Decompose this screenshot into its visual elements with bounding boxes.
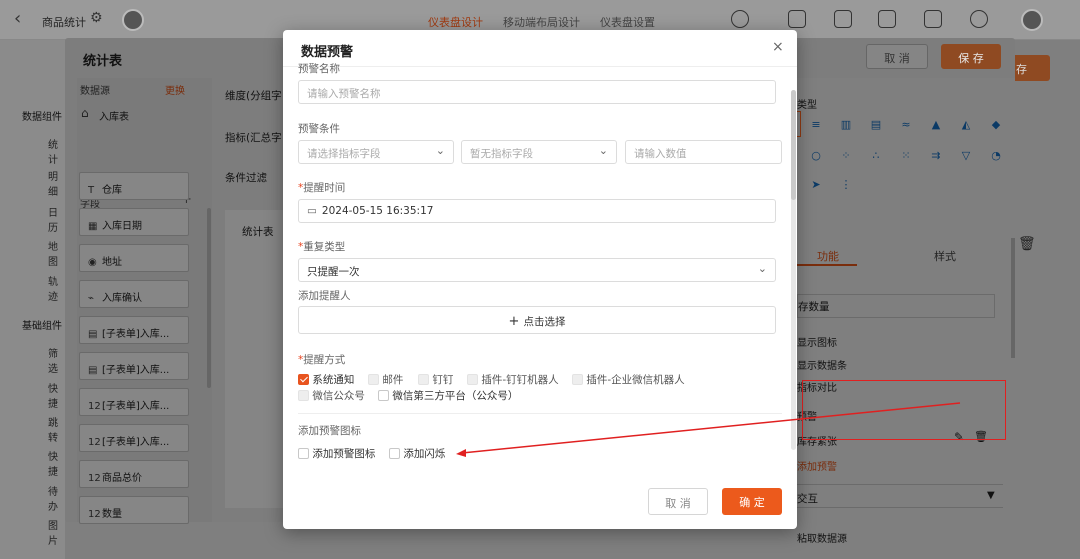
annotation-arrow [456, 402, 961, 457]
